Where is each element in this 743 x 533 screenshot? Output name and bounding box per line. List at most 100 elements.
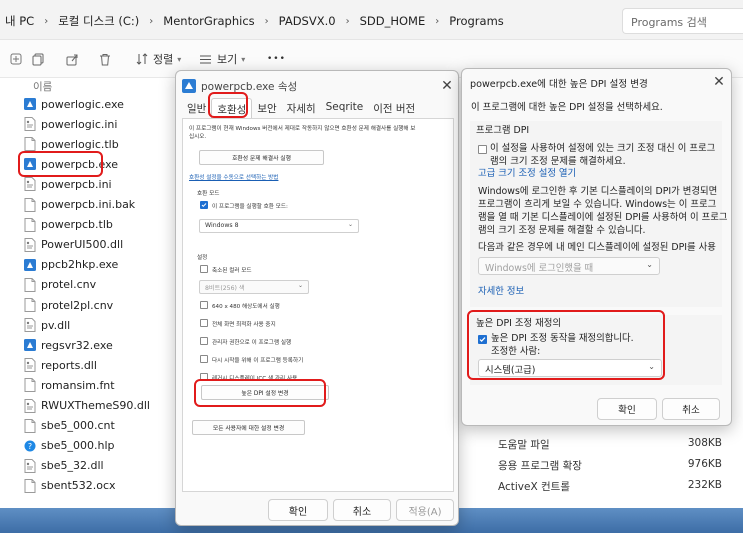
view-label: 보기: [217, 53, 238, 66]
file-name: romansim.fnt: [41, 378, 115, 392]
tab-security[interactable]: 보안: [252, 98, 281, 118]
advanced-scaling-link[interactable]: 고급 크기 조정 설정 열기: [478, 165, 576, 179]
file-list-item[interactable]: powerpcb.tlb: [24, 216, 113, 234]
config-file-icon: [24, 177, 36, 192]
file-list-item[interactable]: ppcb2hkp.exe: [24, 256, 118, 274]
cancel-button[interactable]: 취소: [333, 499, 391, 521]
file-icon: [24, 378, 36, 393]
option-label: 640 x 480 해상도에서 실행: [212, 304, 280, 310]
breadcrumb-item[interactable]: › SDD_HOME: [341, 14, 431, 28]
chevron-right-icon: ›: [149, 15, 154, 27]
dll-icon: [24, 237, 36, 252]
properties-dialog: powerpcb.exe 속성 ✕ 일반 호환성 보안 자세히 Seqrite …: [175, 70, 459, 526]
compat-mode-value: Windows 8: [205, 222, 239, 229]
tab-previous-versions[interactable]: 이전 버전: [368, 98, 420, 118]
use-dpi-select[interactable]: Windows에 로그인했을 때 ⌄: [478, 257, 660, 275]
file-name: powerlogic.exe: [41, 97, 124, 111]
share-button[interactable]: [66, 49, 79, 69]
file-list-item[interactable]: powerpcb.ini.bak: [24, 196, 135, 214]
file-name: sbent532.ocx: [41, 479, 116, 493]
use-dpi-label: 다음과 같은 경우에 내 메인 디스플레이에 설정된 DPI를 사용: [478, 242, 716, 253]
run-as-admin-checkbox[interactable]: [200, 337, 208, 345]
compat-mode-select[interactable]: Windows 8 ⌄: [199, 219, 359, 233]
resolution-640-checkbox[interactable]: [200, 301, 208, 309]
file-name: sbe5_000.cnt: [41, 419, 115, 433]
file-list-item[interactable]: protel2pl.cnv: [24, 296, 113, 314]
more-info-link[interactable]: 자세한 정보: [478, 283, 524, 297]
manual-settings-link[interactable]: 호환성 설정을 수동으로 선택하는 방법: [189, 173, 278, 181]
file-icon: [24, 298, 36, 312]
fullscreen-optimization-checkbox[interactable]: [200, 319, 208, 327]
register-restart-checkbox[interactable]: [200, 355, 208, 363]
troubleshooter-button[interactable]: 호환성 문제 해결사 실행: [199, 150, 324, 165]
breadcrumb-item[interactable]: 내 PC: [0, 13, 39, 29]
breadcrumb-item[interactable]: › PADSVX.0: [260, 14, 341, 28]
breadcrumb-label: MentorGraphics: [163, 14, 255, 28]
dll-icon: [24, 458, 36, 473]
file-name: protel.cnv: [41, 278, 97, 292]
breadcrumb-item[interactable]: › MentorGraphics: [144, 14, 259, 28]
file-list-item[interactable]: reports.dll: [24, 356, 97, 374]
ok-button[interactable]: 확인: [597, 398, 657, 420]
close-icon[interactable]: ✕: [438, 77, 456, 95]
file-list-item[interactable]: regsvr32.exe: [24, 336, 113, 354]
compat-mode-checkbox[interactable]: [200, 201, 208, 209]
compatibility-panel: 이 프로그램이 현재 Windows 버전에서 제대로 작동하지 않으면 호환성…: [182, 118, 454, 492]
explain-line-4: 램의 크기 조정 문제를 해결할 수 있습니다.: [478, 225, 646, 236]
chevron-down-icon: ⌄: [297, 282, 303, 289]
option-label: 다시 시작을 위해 이 프로그램 등록하기: [212, 358, 304, 364]
dll-icon: [24, 358, 36, 373]
column-header-name[interactable]: 이름: [33, 79, 52, 94]
apply-button[interactable]: 적용(A): [396, 499, 454, 521]
option-label: 전체 화면 최적화 사용 중지: [212, 322, 276, 328]
color-mode-value: 8비트(256) 색: [205, 285, 245, 292]
file-icon: [24, 418, 36, 433]
file-list-item[interactable]: romansim.fnt: [24, 376, 115, 394]
chevron-right-icon: ›: [345, 15, 350, 27]
file-list-item[interactable]: RWUXThemeS90.dll: [24, 397, 150, 415]
file-detail-row: 도움말 파일 308KB: [498, 437, 722, 453]
file-list-item[interactable]: sbe5_32.dll: [24, 457, 104, 475]
dialog-title: powerpcb.exe에 대한 높은 DPI 설정 변경: [470, 79, 648, 90]
file-list-item[interactable]: protel.cnv: [24, 276, 96, 294]
tab-seqrite[interactable]: Seqrite: [321, 98, 369, 118]
view-button[interactable]: 보기 ▾: [199, 49, 245, 69]
tab-details[interactable]: 자세히: [282, 98, 321, 118]
file-list-item[interactable]: sbe5_000.cnt: [24, 417, 115, 435]
program-dpi-checkbox[interactable]: [478, 145, 487, 154]
file-name: regsvr32.exe: [41, 338, 113, 352]
sort-button[interactable]: 정렬 ▾: [136, 49, 181, 69]
file-name: reports.dll: [41, 358, 97, 372]
file-type: 응용 프로그램 확장: [498, 460, 582, 472]
close-icon[interactable]: ✕: [710, 73, 728, 91]
file-list-item[interactable]: pv.dll: [24, 316, 70, 334]
cancel-button[interactable]: 취소: [662, 398, 720, 420]
highlight-override-group: [467, 310, 665, 380]
file-list-item[interactable]: powerpcb.ini: [24, 175, 112, 193]
sort-label: 정렬: [153, 53, 174, 66]
exe-icon: [24, 258, 36, 271]
tab-general[interactable]: 일반: [182, 98, 211, 118]
breadcrumb-item[interactable]: › 로컬 디스크 (C:): [39, 13, 144, 29]
delete-button[interactable]: [99, 49, 111, 69]
all-users-settings-button[interactable]: 모든 사용자에 대한 설정 변경: [192, 420, 305, 435]
color-mode-select[interactable]: 8비트(256) 색 ⌄: [199, 280, 309, 294]
file-list-item[interactable]: sbent532.ocx: [24, 477, 116, 495]
file-name: pv.dll: [41, 318, 71, 332]
more-options-button[interactable]: •••: [267, 49, 286, 69]
reduced-color-checkbox[interactable]: [200, 265, 208, 273]
file-name: powerpcb.ini.bak: [41, 198, 136, 211]
ok-button[interactable]: 확인: [268, 499, 328, 521]
search-input[interactable]: Programs 검색: [622, 8, 743, 34]
copy-icon-button[interactable]: [32, 49, 45, 69]
option-label: 관리자 권한으로 이 프로그램 실행: [212, 340, 292, 346]
file-list-item[interactable]: powerlogic.ini: [24, 115, 117, 133]
new-item-button[interactable]: [10, 49, 22, 69]
file-list-item[interactable]: ? sbe5_000.hlp: [24, 437, 114, 455]
file-list-item[interactable]: PowerUI500.dll: [24, 236, 123, 254]
dpi-prompt: 이 프로그램에 대한 높은 DPI 설정을 선택하세요.: [471, 102, 663, 113]
breadcrumb-item[interactable]: › Programs: [430, 14, 509, 28]
file-list-item[interactable]: powerlogic.exe: [24, 95, 124, 113]
copy-icon: [32, 53, 44, 65]
breadcrumb-label: 로컬 디스크 (C:): [58, 14, 140, 28]
